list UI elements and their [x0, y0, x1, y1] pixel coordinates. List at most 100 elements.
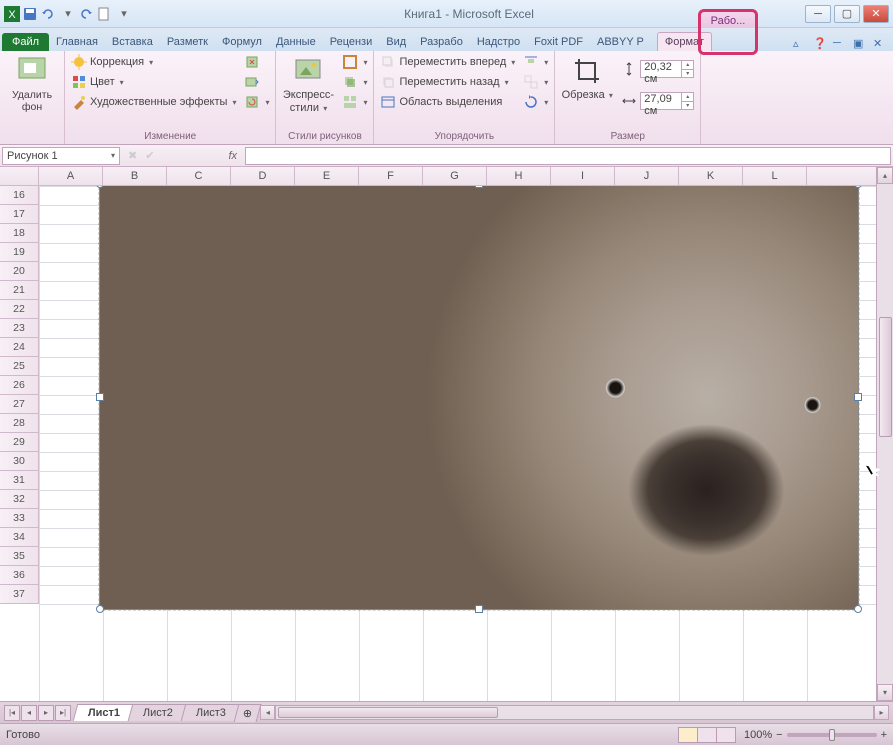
reset-picture-icon[interactable]: ▾	[242, 93, 271, 111]
resize-handle[interactable]	[96, 605, 104, 613]
save-icon[interactable]	[22, 6, 38, 22]
resize-handle[interactable]	[854, 393, 862, 401]
tab-foxit[interactable]: Foxit PDF	[527, 33, 590, 51]
tab-layout[interactable]: Разметк	[160, 33, 215, 51]
scroll-up-button[interactable]: ▴	[877, 167, 893, 184]
help-icon[interactable]: ❓	[813, 37, 827, 51]
row-header[interactable]: 25	[0, 357, 39, 376]
row-header[interactable]: 17	[0, 205, 39, 224]
row-header[interactable]: 21	[0, 281, 39, 300]
col-header[interactable]: K	[679, 167, 743, 185]
row-header[interactable]: 26	[0, 376, 39, 395]
width-input[interactable]: 27,09 см▴▾	[640, 92, 694, 110]
tab-file[interactable]: Файл	[2, 33, 49, 51]
col-header[interactable]: H	[487, 167, 551, 185]
name-box[interactable]: Рисунок 1▾	[2, 147, 120, 165]
row-header[interactable]: 30	[0, 452, 39, 471]
view-page-layout-icon[interactable]	[697, 727, 717, 743]
scroll-down-button[interactable]: ▾	[877, 684, 893, 701]
row-header[interactable]: 37	[0, 585, 39, 604]
hscroll-right-button[interactable]: ▸	[874, 705, 889, 720]
minimize-button[interactable]: ─	[805, 5, 831, 23]
row-header[interactable]: 36	[0, 566, 39, 585]
row-header[interactable]: 24	[0, 338, 39, 357]
mdi-restore-icon[interactable]: ▣	[853, 37, 867, 51]
row-header[interactable]: 23	[0, 319, 39, 338]
qat-customize-icon[interactable]: ▾	[116, 6, 132, 22]
tab-home[interactable]: Главная	[49, 33, 105, 51]
close-button[interactable]: ✕	[863, 5, 889, 23]
col-header[interactable]: L	[743, 167, 807, 185]
color-button[interactable]: Цвет▾	[69, 73, 238, 91]
height-input[interactable]: 20,32 см▴▾	[640, 60, 694, 78]
tab-formulas[interactable]: Формул	[215, 33, 269, 51]
compress-pictures-icon[interactable]	[242, 53, 271, 71]
row-header[interactable]: 27	[0, 395, 39, 414]
zoom-in-button[interactable]: +	[881, 729, 887, 741]
row-header[interactable]: 29	[0, 433, 39, 452]
view-page-break-icon[interactable]	[716, 727, 736, 743]
redo-icon[interactable]	[78, 6, 94, 22]
artistic-effects-button[interactable]: Художественные эффекты▾	[69, 93, 238, 111]
formula-input[interactable]	[245, 147, 891, 165]
horizontal-scrollbar[interactable]	[275, 705, 874, 720]
sheet-tab-1[interactable]: Лист1	[73, 704, 136, 721]
tab-addins[interactable]: Надстро	[470, 33, 527, 51]
col-header[interactable]: A	[39, 167, 103, 185]
row-header[interactable]: 19	[0, 243, 39, 262]
sheet-nav-prev-icon[interactable]: ◂	[21, 705, 37, 721]
col-header[interactable]: E	[295, 167, 359, 185]
sheet-tab-3[interactable]: Лист3	[181, 704, 242, 721]
resize-handle[interactable]	[475, 605, 483, 613]
zoom-out-button[interactable]: −	[776, 729, 782, 741]
vertical-scrollbar[interactable]: ▴ ▾	[876, 167, 893, 701]
tab-format[interactable]: Формат	[657, 32, 712, 51]
resize-handle[interactable]	[475, 186, 483, 188]
row-header[interactable]: 35	[0, 547, 39, 566]
col-header[interactable]: D	[231, 167, 295, 185]
resize-handle[interactable]	[854, 605, 862, 613]
col-header[interactable]: F	[359, 167, 423, 185]
zoom-slider-thumb[interactable]	[829, 729, 835, 741]
express-styles-button[interactable]: Экспресс-стили ▾	[280, 53, 336, 114]
row-header[interactable]: 16	[0, 186, 39, 205]
row-header[interactable]: 31	[0, 471, 39, 490]
mdi-close-icon[interactable]: ✕	[873, 37, 887, 51]
row-header[interactable]: 33	[0, 509, 39, 528]
inserted-picture[interactable]	[99, 186, 859, 610]
zoom-slider[interactable]	[787, 733, 877, 737]
resize-handle[interactable]	[96, 393, 104, 401]
undo-dropdown-icon[interactable]: ▾	[60, 6, 76, 22]
tab-view[interactable]: Вид	[379, 33, 413, 51]
col-header[interactable]: G	[423, 167, 487, 185]
new-file-icon[interactable]	[96, 6, 112, 22]
row-header[interactable]: 22	[0, 300, 39, 319]
sheet-tab-2[interactable]: Лист2	[128, 704, 189, 721]
row-header[interactable]: 28	[0, 414, 39, 433]
select-all-button[interactable]	[0, 167, 39, 185]
zoom-level[interactable]: 100%	[744, 729, 772, 741]
width-spinner[interactable]: ▴▾	[681, 93, 693, 109]
view-normal-icon[interactable]	[678, 727, 698, 743]
sheet-nav-first-icon[interactable]: |◂	[4, 705, 20, 721]
mdi-min-icon[interactable]: ─	[833, 37, 847, 51]
selection-pane-button[interactable]: Область выделения	[378, 93, 517, 111]
picture-layout-icon[interactable]: ▾	[340, 93, 369, 111]
crop-button[interactable]: Обрезка ▾	[559, 53, 615, 102]
col-header[interactable]: I	[551, 167, 615, 185]
change-picture-icon[interactable]	[242, 73, 271, 91]
new-sheet-button[interactable]: ⊕	[234, 704, 262, 722]
minimize-ribbon-icon[interactable]: ▵	[793, 37, 807, 51]
picture-border-icon[interactable]: ▾	[340, 53, 369, 71]
row-header[interactable]: 20	[0, 262, 39, 281]
maximize-button[interactable]: ▢	[834, 5, 860, 23]
tab-developer[interactable]: Разрабо	[413, 33, 470, 51]
corrections-button[interactable]: Коррекция▾	[69, 53, 238, 71]
sheet-nav-last-icon[interactable]: ▸|	[55, 705, 71, 721]
worksheet-grid[interactable]: A B C D E F G H I J K L 1617181920212223…	[0, 167, 876, 701]
row-header[interactable]: 34	[0, 528, 39, 547]
rotate-icon[interactable]: ▾	[521, 93, 550, 111]
hscroll-left-button[interactable]: ◂	[260, 705, 275, 720]
col-header[interactable]: J	[615, 167, 679, 185]
row-header[interactable]: 18	[0, 224, 39, 243]
